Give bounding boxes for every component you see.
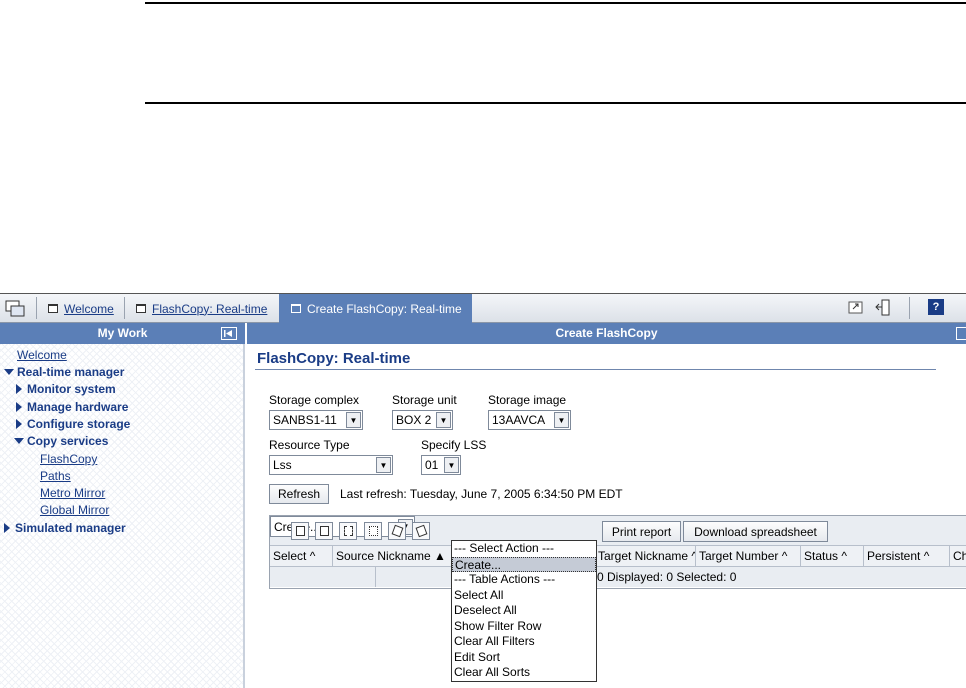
separator [909,297,910,319]
dropdown-item[interactable]: Select All [452,588,596,604]
dropdown-item[interactable]: Clear All Sorts [452,665,596,681]
collapsed-arrow-icon [4,523,10,533]
dropdown-item[interactable]: Show Filter Row [452,619,596,635]
sidebar-item-metro-mirror[interactable]: Metro Mirror [40,486,105,500]
download-spreadsheet-button[interactable]: Download spreadsheet [683,521,828,542]
bottom-rule [145,102,966,104]
sidebar-item-configure-storage[interactable]: Configure storage [16,417,130,431]
chevron-down-icon: ▼ [376,457,391,473]
specify-lss-select[interactable]: 01 ▼ [421,455,461,475]
sidebar-item-copy-services[interactable]: Copy services [14,434,108,448]
page-icon [48,304,58,313]
dropdown-item[interactable]: Edit Sort [452,650,596,666]
tab-flashcopy-realtime[interactable]: FlashCopy: Real-time [124,294,278,323]
dropdown-item[interactable]: --- Select Action --- [452,541,596,557]
help-icon[interactable]: ? [928,299,944,315]
flashcopy-table: Create... ▼ Print report Download spread… [269,515,966,589]
collapse-icon[interactable] [221,327,237,340]
chevron-down-icon: ▼ [346,412,361,428]
column-header-select[interactable]: Select ^ [270,546,333,567]
dropdown-item[interactable]: Clear All Filters [452,634,596,650]
storage-unit-select[interactable]: BOX 2 ▼ [392,410,453,430]
storage-complex-select[interactable]: SANBS1-11 ▼ [269,410,363,430]
create-flashcopy-header: Create FlashCopy [247,323,966,344]
expanded-arrow-icon [14,438,24,444]
table-summary-text: 0 Displayed: 0 Selected: 0 [597,570,737,584]
collapsed-arrow-icon [16,402,22,412]
logout-icon[interactable] [874,299,892,317]
column-header-status[interactable]: Status ^ [801,546,864,567]
top-rule [145,2,966,4]
chevron-down-icon: ▼ [436,412,451,428]
column-header-persistent[interactable]: Persistent ^ [864,546,950,567]
storage-unit-label: Storage unit [392,393,457,407]
clear-filter-icon[interactable] [364,522,382,540]
tab-welcome[interactable]: Welcome [36,294,124,323]
tab-bar: Welcome FlashCopy: Real-time Create Flas… [0,294,966,323]
page-icon [136,304,146,313]
my-work-header: My Work [0,323,245,344]
column-header-source-nickname[interactable]: Source Nickname ▲ [333,546,453,567]
sidebar-item-monitor-system[interactable]: Monitor system [16,382,116,396]
storage-image-label: Storage image [488,393,567,407]
column-header-target-number[interactable]: Target Number ^ [696,546,801,567]
table-status-row: 0 Displayed: 0 Selected: 0 [270,567,966,587]
edit-sort-icon[interactable] [388,522,406,540]
storage-complex-label: Storage complex [269,393,360,407]
resource-type-select[interactable]: Lss ▼ [269,455,393,475]
dropdown-item-highlighted[interactable]: Create... [452,556,596,572]
title-underline [255,369,936,370]
page-icon [291,304,301,313]
storage-image-select[interactable]: 13AAVCA ▼ [488,410,571,430]
sidebar-item-global-mirror[interactable]: Global Mirror [40,503,109,517]
dropdown-item[interactable]: --- Table Actions --- [452,572,596,588]
app-window: Welcome FlashCopy: Real-time Create Flas… [0,293,966,688]
show-filter-icon[interactable] [339,522,357,540]
sidebar-item-manage-hardware[interactable]: Manage hardware [16,400,128,414]
deselect-all-icon[interactable] [315,522,333,540]
expand-icon[interactable] [956,327,966,340]
sidebar-item-paths[interactable]: Paths [40,469,71,483]
chevron-down-icon: ▼ [444,457,459,473]
task-manager-icon[interactable] [4,299,28,319]
refresh-button[interactable]: Refresh [269,484,329,504]
page-title: FlashCopy: Real-time [257,350,411,367]
tab-create-flashcopy[interactable]: Create FlashCopy: Real-time [279,294,472,323]
table-header-row: Select ^ Source Nickname ▲ Target Nickna… [270,546,966,567]
cell-divider [375,567,376,587]
select-all-icon[interactable] [291,522,309,540]
specify-lss-label: Specify LSS [421,438,487,452]
column-header-ch[interactable]: Ch [950,546,966,567]
clear-sort-icon[interactable] [412,522,430,540]
launch-icon[interactable] [848,299,864,315]
expanded-arrow-icon [4,369,14,375]
sidebar-item-flashcopy[interactable]: FlashCopy [40,452,97,466]
chevron-down-icon: ▼ [554,412,569,428]
sidebar: Welcome Real-time manager Monitor system… [0,344,245,688]
sidebar-item-simulated-manager[interactable]: Simulated manager [4,521,126,535]
dropdown-item[interactable]: Deselect All [452,603,596,619]
last-refresh-text: Last refresh: Tuesday, June 7, 2005 6:34… [340,487,623,501]
resource-type-label: Resource Type [269,438,350,452]
print-report-button[interactable]: Print report [602,521,681,542]
collapsed-arrow-icon [16,419,22,429]
collapsed-arrow-icon [16,384,22,394]
sidebar-item-welcome[interactable]: Welcome [17,348,67,362]
table-toolbar: Create... ▼ Print report Download spread… [270,516,966,546]
action-dropdown-list: --- Select Action --- Create... --- Tabl… [451,540,597,682]
sidebar-item-realtime-manager[interactable]: Real-time manager [4,365,124,379]
